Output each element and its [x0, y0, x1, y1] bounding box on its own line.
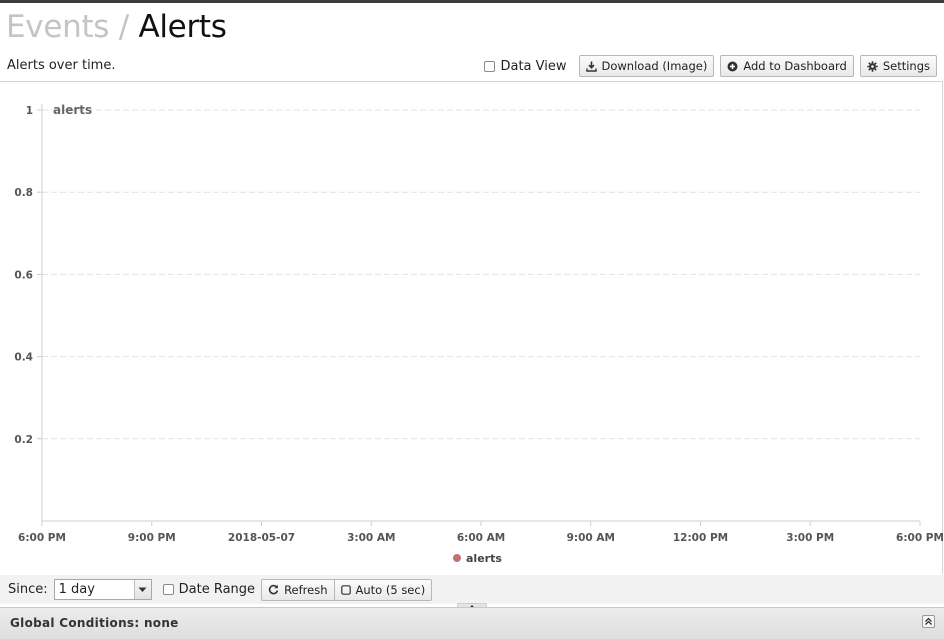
y-tick-label: 0.8 — [14, 187, 33, 199]
add-to-dashboard-button[interactable]: Add to Dashboard — [720, 55, 854, 77]
breadcrumb-events[interactable]: Events — [6, 9, 109, 45]
x-tick-label: 12:00 PM — [673, 532, 728, 544]
chevron-down-icon[interactable] — [133, 580, 151, 599]
x-tick-label: 6:00 PM — [896, 532, 943, 544]
breadcrumb-separator: / — [118, 9, 129, 45]
auto-refresh-button[interactable]: Auto (5 sec) — [334, 578, 433, 601]
chevron-double-up-icon[interactable] — [922, 615, 935, 628]
add-to-dashboard-label: Add to Dashboard — [743, 59, 847, 73]
plus-circle-icon — [727, 61, 738, 71]
data-view-toggle[interactable]: Data View — [484, 58, 567, 74]
since-select[interactable]: 1 day — [53, 579, 152, 600]
download-icon — [585, 61, 597, 72]
since-value: 1 day — [58, 582, 95, 597]
download-image-button[interactable]: Download (Image) — [578, 55, 715, 77]
chart-description: Alerts over time. — [7, 58, 116, 73]
settings-label: Settings — [882, 59, 930, 73]
x-tick-label: 6:00 AM — [457, 532, 505, 544]
data-view-label: Data View — [500, 58, 567, 74]
refresh-button[interactable]: Refresh — [261, 578, 335, 601]
date-range-label: Date Range — [178, 582, 256, 597]
chart-toolbar: Data View Download (Image) Add to Dashbo… — [484, 55, 937, 77]
alerts-line-chart: 0.2 0.4 0.6 0.8 1 6:00 PM 9:00 PM 2018-05-07 3:0… — [14, 103, 943, 565]
square-icon — [340, 584, 351, 595]
y-tick-label: 0.2 — [14, 434, 33, 446]
y-tick-label: 0.4 — [14, 352, 33, 364]
data-view-checkbox[interactable] — [484, 60, 496, 72]
page-title: Events / Alerts — [6, 8, 227, 46]
x-tick-label: 6:00 PM — [18, 532, 66, 544]
date-range-checkbox[interactable] — [162, 584, 174, 595]
chart-annotation: alerts — [53, 103, 92, 117]
date-range-toggle[interactable]: Date Range — [162, 582, 256, 597]
since-label: Since: — [8, 582, 48, 597]
refresh-button-group: Refresh Auto (5 sec) — [261, 578, 433, 601]
top-border — [0, 0, 944, 3]
x-tick-label: 3:00 AM — [347, 532, 395, 544]
global-conditions-text: Global Conditions: none — [10, 616, 179, 630]
refresh-label: Refresh — [284, 582, 328, 597]
gear-icon — [867, 60, 878, 72]
legend-label: alerts — [466, 552, 502, 565]
time-controls: Since: 1 day Date Range Refresh Auto (5 … — [0, 575, 944, 604]
download-label: Download (Image) — [601, 59, 708, 73]
x-tick-label: 2018-05-07 — [228, 532, 295, 544]
x-tick-label: 9:00 PM — [128, 532, 176, 544]
x-tick-label: 3:00 PM — [786, 532, 834, 544]
refresh-icon — [268, 584, 279, 595]
x-tick-label: 9:00 AM — [567, 532, 615, 544]
auto-refresh-label: Auto (5 sec) — [355, 582, 426, 597]
settings-button[interactable]: Settings — [859, 55, 937, 77]
y-tick-label: 1 — [26, 105, 33, 117]
breadcrumb-current: Alerts — [138, 9, 227, 45]
y-tick-label: 0.6 — [14, 269, 33, 281]
global-conditions-bar[interactable]: Global Conditions: none — [0, 607, 944, 639]
legend-marker — [453, 554, 461, 562]
